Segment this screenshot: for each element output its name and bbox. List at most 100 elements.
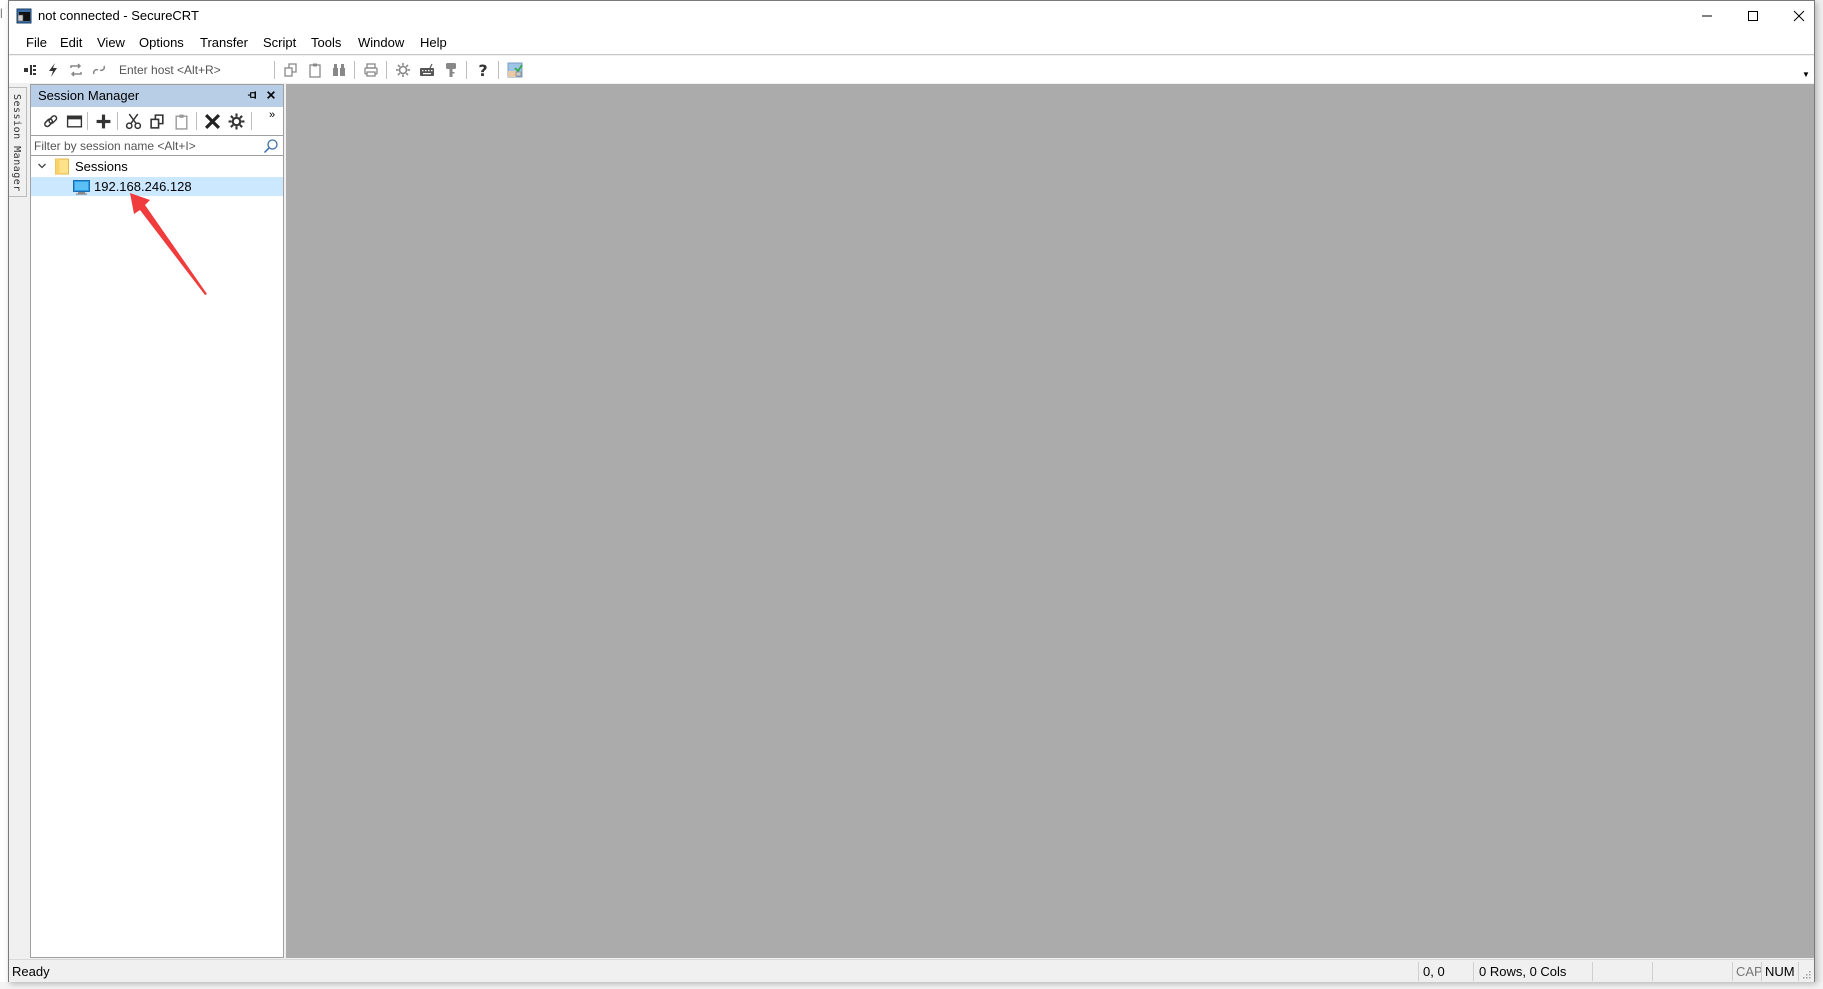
- monitor-icon: [73, 180, 90, 195]
- status-bar: Ready 0, 0 0 Rows, 0 Cols CAP NUM: [9, 959, 1814, 982]
- help-button[interactable]: ?: [474, 61, 492, 79]
- terminal-workspace[interactable]: [286, 84, 1814, 958]
- key-button[interactable]: [442, 61, 460, 79]
- new-tab-icon: [66, 114, 82, 128]
- connect-session-button[interactable]: [41, 112, 59, 130]
- securecrt-app-icon: [16, 8, 32, 24]
- disconnect-icon: [92, 65, 106, 75]
- status-text: Ready: [12, 964, 50, 979]
- tree-folder-sessions[interactable]: Sessions: [31, 157, 283, 176]
- close-icon: [1793, 10, 1805, 22]
- folder-icon: [55, 158, 69, 175]
- session-properties-button[interactable]: [227, 112, 245, 130]
- status-separator: [1798, 962, 1799, 981]
- enter-host-input[interactable]: [119, 60, 269, 79]
- svg-text:?: ?: [478, 62, 487, 78]
- tree-folder-label: Sessions: [75, 159, 128, 174]
- cursor-position: 0, 0: [1423, 964, 1445, 979]
- key-icon: [446, 63, 456, 77]
- toolbar-separator: [386, 61, 387, 79]
- menu-window[interactable]: Window: [356, 35, 406, 50]
- toolbar-separator: [498, 61, 499, 79]
- copy-session-button[interactable]: [148, 112, 166, 130]
- find-button[interactable]: [330, 61, 348, 79]
- keymap-icon: [420, 63, 434, 76]
- toolbar-separator: [466, 61, 467, 79]
- toolbar-more-button[interactable]: »: [269, 109, 275, 121]
- close-icon: [267, 91, 275, 99]
- paste-icon: [174, 114, 188, 130]
- toolbar-separator: [354, 61, 355, 79]
- session-manager-panel: Session Manager » Filter by session name…: [30, 84, 284, 958]
- session-options-button[interactable]: [394, 61, 412, 79]
- menu-view[interactable]: View: [95, 35, 127, 50]
- keymap-button[interactable]: [418, 61, 436, 79]
- num-lock-indicator: NUM: [1765, 964, 1795, 979]
- close-button[interactable]: [1776, 1, 1822, 31]
- link-icon: [43, 114, 57, 127]
- minimize-icon: [1702, 15, 1712, 17]
- maximize-icon: [1748, 11, 1758, 21]
- reconnect-icon: [70, 63, 82, 77]
- menu-tools[interactable]: Tools: [309, 35, 343, 50]
- connect-in-tab-icon: [24, 65, 36, 75]
- desktop-edge: |: [0, 0, 8, 989]
- paste-button[interactable]: [306, 61, 324, 79]
- quick-connect-button[interactable]: [44, 61, 62, 79]
- session-name: 192.168.246.128: [94, 179, 192, 194]
- menu-transfer[interactable]: Transfer: [198, 35, 250, 50]
- side-tab-session-manager[interactable]: Session Manager: [9, 87, 27, 197]
- paste-icon: [309, 63, 321, 78]
- add-icon: [96, 114, 110, 128]
- toolbar-separator: [251, 112, 252, 130]
- cut-icon: [125, 113, 141, 129]
- toolbar-separator: [196, 112, 197, 130]
- session-manager-header: Session Manager: [31, 85, 283, 107]
- terminal-size: 0 Rows, 0 Cols: [1479, 964, 1567, 979]
- resize-grip-icon[interactable]: [1801, 969, 1811, 979]
- session-manager-toolbar: »: [31, 107, 283, 135]
- menu-options[interactable]: Options: [137, 35, 186, 50]
- find-icon: [333, 64, 345, 76]
- pin-button[interactable]: [245, 88, 259, 102]
- properties-icon: [228, 113, 244, 129]
- print-button[interactable]: [362, 61, 380, 79]
- menu-file[interactable]: File: [24, 35, 49, 50]
- reconnect-button[interactable]: [67, 61, 85, 79]
- new-session-button[interactable]: [94, 112, 112, 130]
- desktop-edge-bottom: [0, 982, 1823, 989]
- disconnect-button[interactable]: [90, 61, 108, 79]
- paste-session-button[interactable]: [172, 112, 190, 130]
- menu-script[interactable]: Script: [261, 35, 298, 50]
- sftp-button[interactable]: [506, 61, 524, 79]
- menu-bar: File Edit View Options Transfer Script T…: [9, 31, 1814, 55]
- status-separator: [1652, 962, 1653, 981]
- status-separator: [1473, 962, 1474, 981]
- tree-session-item[interactable]: 192.168.246.128: [31, 177, 283, 196]
- connect-in-tab-button[interactable]: [21, 61, 39, 79]
- maximize-button[interactable]: [1730, 1, 1776, 31]
- delete-session-button[interactable]: [203, 112, 221, 130]
- menu-edit[interactable]: Edit: [58, 35, 84, 50]
- copy-icon: [284, 63, 297, 77]
- desktop-glyph: |: [0, 8, 3, 19]
- toolbar-overflow-button[interactable]: ▼: [1802, 70, 1810, 79]
- panel-close-button[interactable]: [264, 88, 278, 102]
- minimize-button[interactable]: [1684, 1, 1730, 31]
- window-title: not connected - SecureCRT: [38, 8, 199, 23]
- status-separator: [1732, 962, 1733, 981]
- chevron-down-icon[interactable]: [37, 161, 47, 171]
- search-icon[interactable]: [263, 138, 279, 154]
- session-manager-title: Session Manager: [38, 88, 140, 103]
- main-toolbar: ? ▼: [9, 56, 1814, 83]
- connect-in-tab-button[interactable]: [65, 112, 83, 130]
- filter-input[interactable]: [34, 137, 254, 154]
- help-icon: ?: [478, 62, 487, 78]
- status-separator: [1592, 962, 1593, 981]
- copy-button[interactable]: [282, 61, 300, 79]
- cut-button[interactable]: [124, 112, 142, 130]
- delete-icon: [204, 113, 220, 129]
- session-filter: [31, 135, 283, 156]
- menu-help[interactable]: Help: [418, 35, 449, 50]
- securecrt-window: not connected - SecureCRT File Edit View…: [8, 0, 1815, 982]
